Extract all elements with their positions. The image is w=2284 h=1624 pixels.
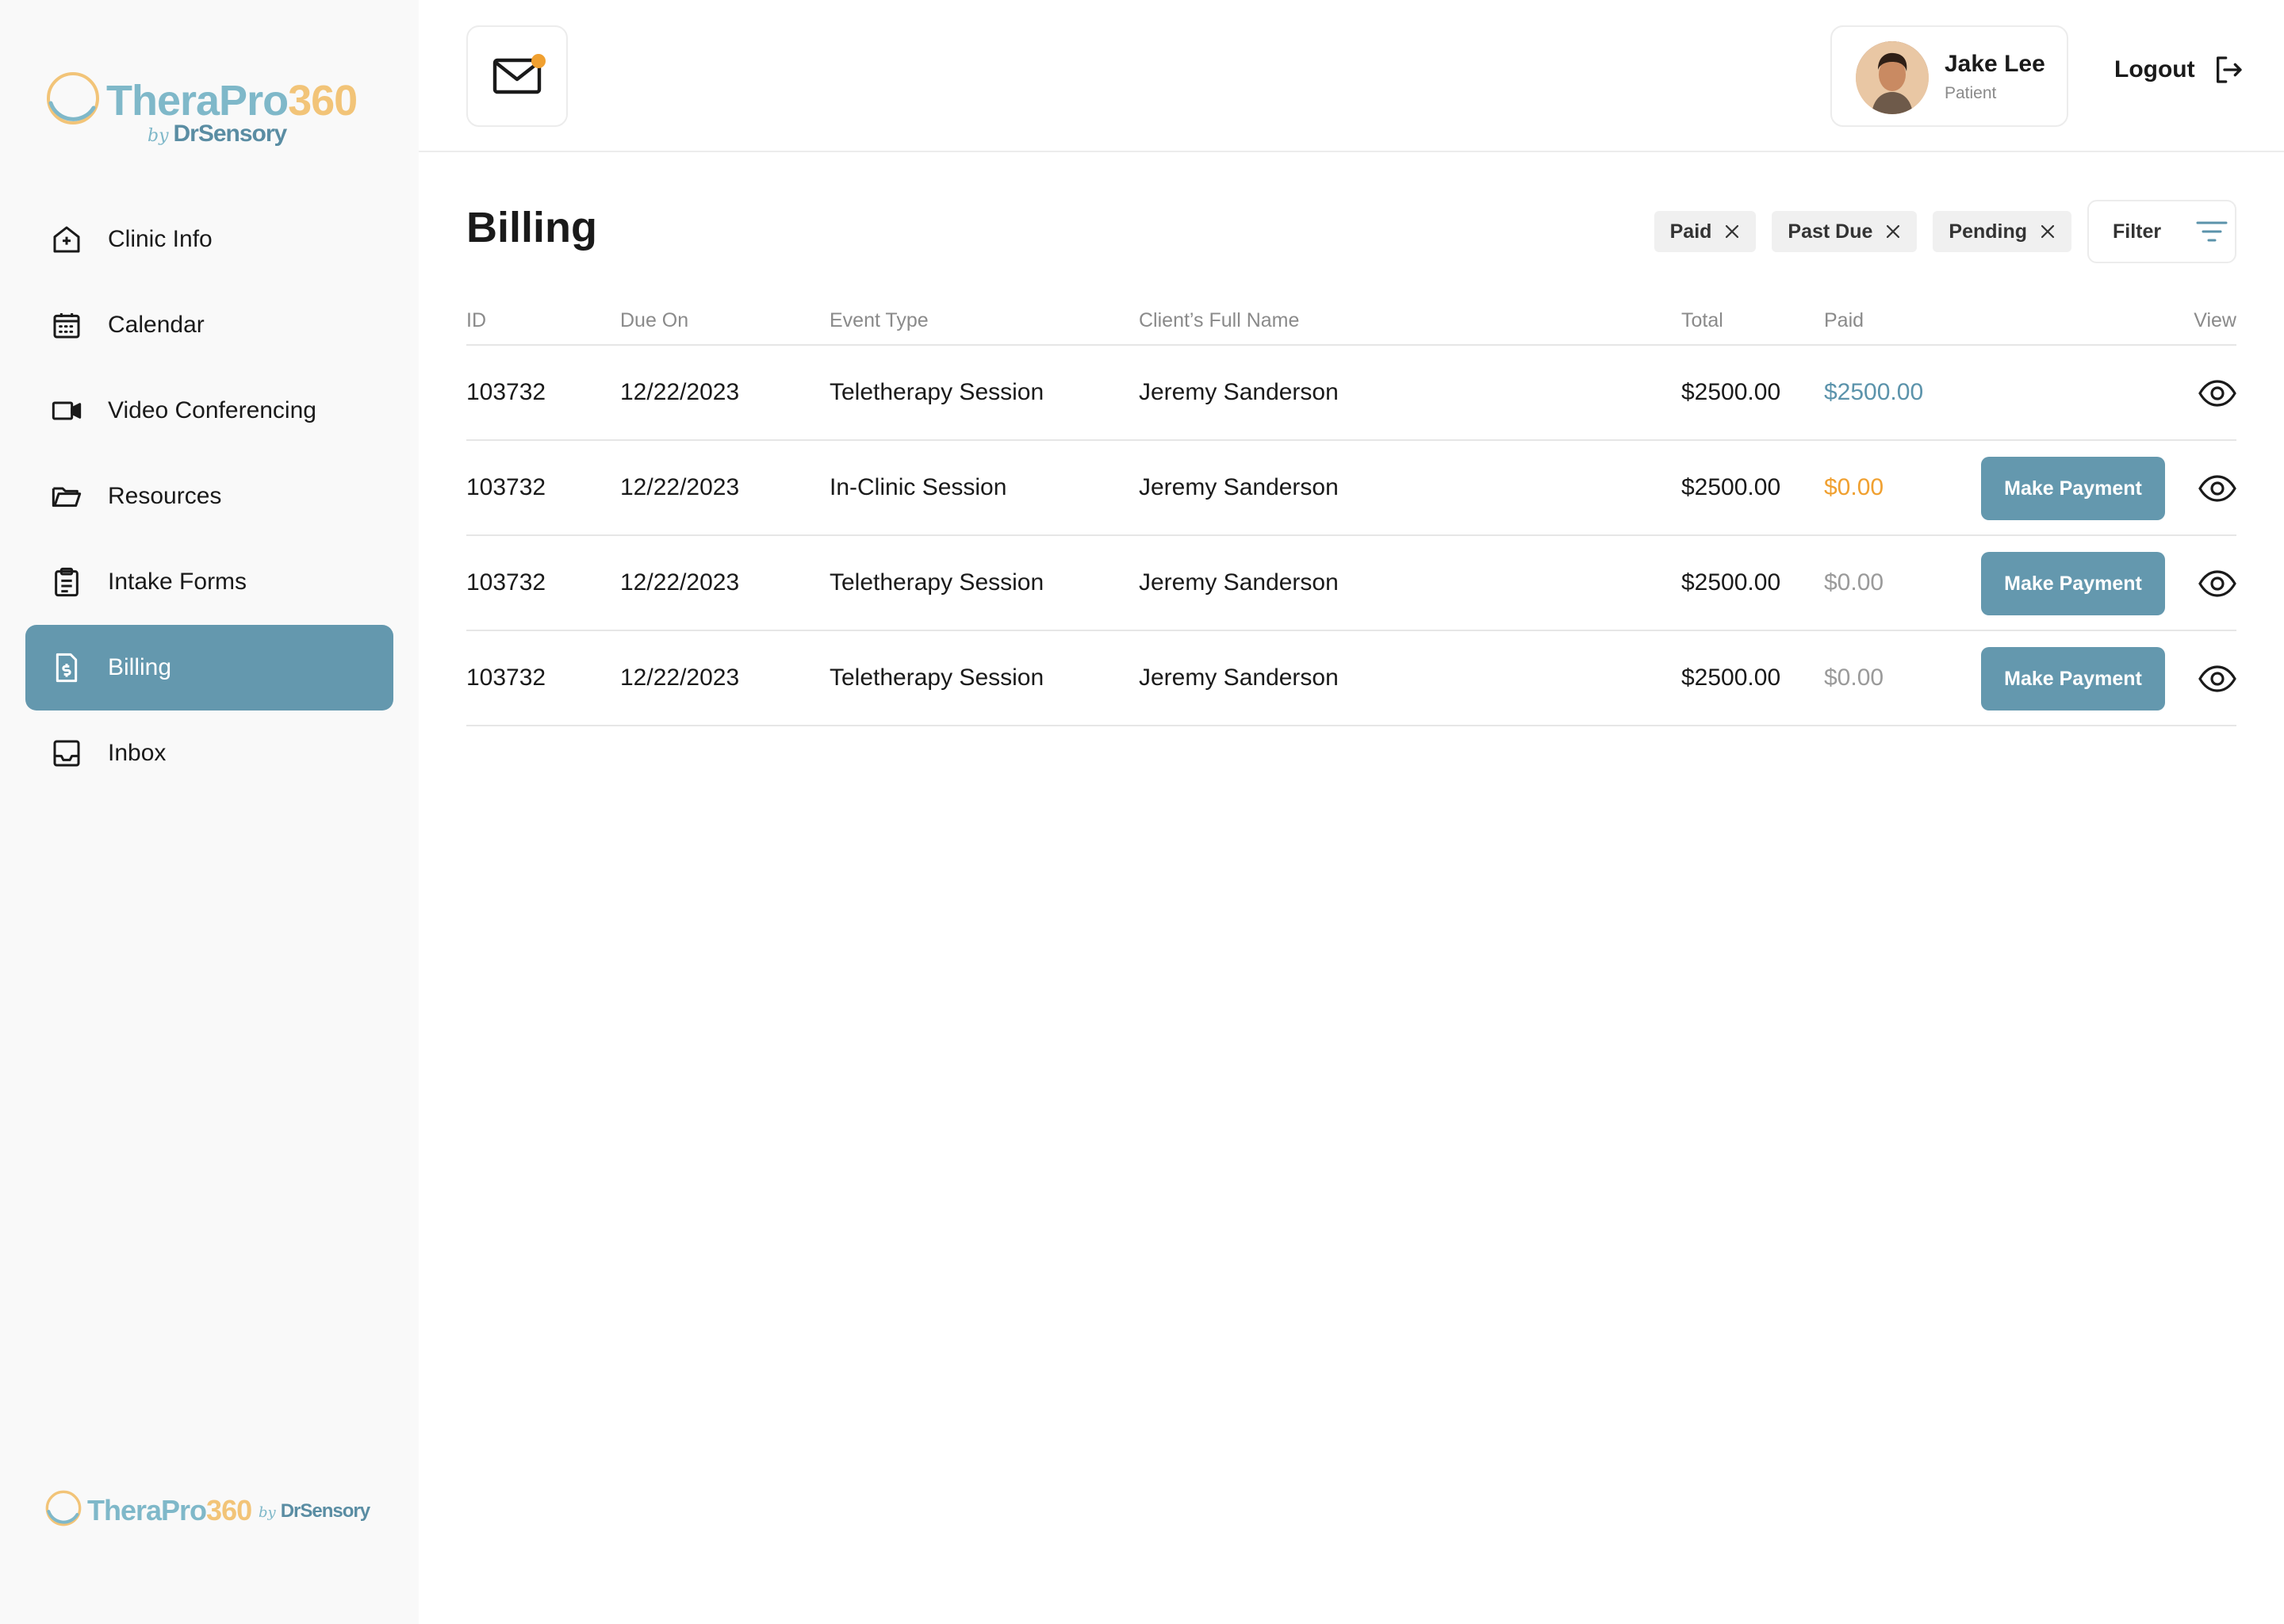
sidebar-item-video-conferencing[interactable]: Video Conferencing: [25, 368, 393, 454]
top-header: Jake Lee Patient Logout: [419, 0, 2284, 152]
sidebar-item-label: Clinic Info: [108, 226, 213, 252]
table-row: 103732 12/22/2023 Teletherapy Session Je…: [466, 536, 2236, 631]
active-filter-chips: Paid Past Due Pending: [1654, 211, 2071, 252]
logo-subtitle: by DrSensory: [148, 121, 287, 147]
clipboard-icon: [49, 565, 84, 599]
table-header: ID Due On Event Type Client’s Full Name …: [466, 301, 2236, 346]
filter-chip-pending[interactable]: Pending: [1933, 211, 2071, 252]
chip-label: Paid: [1669, 220, 1712, 243]
sidebar-item-label: Inbox: [108, 740, 167, 766]
cell-paid: $2500.00: [1824, 379, 1924, 405]
column-header-event-type[interactable]: Event Type: [830, 309, 929, 332]
cell-paid: $0.00: [1824, 569, 1884, 596]
cell-paid: $0.00: [1824, 474, 1884, 500]
sidebar-item-label: Intake Forms: [108, 569, 247, 595]
billing-table: ID Due On Event Type Client’s Full Name …: [466, 301, 2236, 726]
cell-id: 103732: [466, 569, 546, 596]
avatar: [1856, 41, 1929, 114]
folder-icon: [49, 479, 84, 514]
cell-total: $2500.00: [1681, 569, 1781, 596]
eye-icon[interactable]: [2195, 373, 2240, 414]
column-header-view: View: [2194, 309, 2236, 331]
cell-due-on: 12/22/2023: [620, 665, 740, 691]
eye-icon[interactable]: [2195, 468, 2240, 509]
mail-button[interactable]: [466, 25, 568, 127]
footer-logo-subtitle: by DrSensory: [259, 1500, 370, 1522]
cell-due-on: 12/22/2023: [620, 569, 740, 596]
eye-icon[interactable]: [2195, 563, 2240, 604]
cell-due-on: 12/22/2023: [620, 474, 740, 500]
sidebar-item-label: Video Conferencing: [108, 397, 316, 423]
filter-label: Filter: [2113, 220, 2162, 243]
sidebar-item-intake-forms[interactable]: Intake Forms: [25, 539, 393, 625]
user-role: Patient: [1945, 84, 1997, 102]
column-header-total[interactable]: Total: [1681, 309, 1723, 332]
inbox-icon: [49, 736, 84, 771]
column-header-due-on[interactable]: Due On: [620, 309, 688, 332]
page-title: Billing: [466, 204, 597, 251]
clinic-icon: [49, 222, 84, 257]
cell-id: 103732: [466, 665, 546, 691]
unread-badge: [531, 54, 546, 68]
sidebar-nav: Clinic Info Calendar Video Conferencing …: [25, 197, 393, 796]
cell-event-type: Teletherapy Session: [830, 569, 1044, 596]
cell-event-type: In-Clinic Session: [830, 474, 1007, 500]
column-header-client-name[interactable]: Client’s Full Name: [1139, 309, 1299, 332]
sidebar-item-label: Billing: [108, 654, 172, 680]
cell-event-type: Teletherapy Session: [830, 379, 1044, 405]
sidebar: TheraPro360 by DrSensory Clinic Info Cale…: [0, 0, 419, 1624]
table-row: 103732 12/22/2023 Teletherapy Session Je…: [466, 631, 2236, 726]
close-icon[interactable]: [1885, 224, 1901, 239]
make-payment-button[interactable]: Make Payment: [1981, 457, 2165, 520]
logo-wordmark: TheraPro360: [106, 77, 358, 124]
logo-ring-icon: [45, 1490, 82, 1526]
sidebar-item-billing[interactable]: Billing: [25, 625, 393, 710]
cell-client-name: Jeremy Sanderson: [1139, 569, 1339, 596]
cell-client-name: Jeremy Sanderson: [1139, 665, 1339, 691]
cell-id: 103732: [466, 474, 546, 500]
footer-logo-wordmark: TheraPro360: [87, 1494, 252, 1526]
sidebar-item-calendar[interactable]: Calendar: [25, 282, 393, 368]
eye-icon[interactable]: [2195, 658, 2240, 699]
filter-lines-icon: [2196, 221, 2228, 242]
cell-paid: $0.00: [1824, 665, 1884, 691]
cell-due-on: 12/22/2023: [620, 379, 740, 405]
user-profile-card[interactable]: Jake Lee Patient: [1830, 25, 2068, 127]
close-icon[interactable]: [1724, 224, 1740, 239]
cell-client-name: Jeremy Sanderson: [1139, 474, 1339, 500]
sidebar-item-label: Calendar: [108, 312, 205, 338]
chip-label: Pending: [1949, 220, 2027, 243]
cell-event-type: Teletherapy Session: [830, 665, 1044, 691]
user-name: Jake Lee: [1945, 51, 2045, 77]
footer-logo: TheraPro360 by DrSensory: [44, 1488, 377, 1535]
cell-client-name: Jeremy Sanderson: [1139, 379, 1339, 405]
column-header-id[interactable]: ID: [466, 309, 486, 332]
cell-total: $2500.00: [1681, 665, 1781, 691]
make-payment-button[interactable]: Make Payment: [1981, 647, 2165, 710]
logout-icon: [2216, 56, 2242, 83]
sidebar-item-label: Resources: [108, 483, 222, 509]
cell-id: 103732: [466, 379, 546, 405]
sidebar-item-inbox[interactable]: Inbox: [25, 710, 393, 796]
logout-label: Logout: [2114, 56, 2195, 82]
logo-ring-icon: [47, 72, 99, 124]
cell-total: $2500.00: [1681, 379, 1781, 405]
table-row: 103732 12/22/2023 In-Clinic Session Jere…: [466, 441, 2236, 536]
cell-total: $2500.00: [1681, 474, 1781, 500]
logout-button[interactable]: Logout: [2114, 54, 2244, 86]
column-header-paid[interactable]: Paid: [1824, 309, 1864, 332]
chip-label: Past Due: [1788, 220, 1873, 243]
filter-button[interactable]: Filter: [2087, 200, 2236, 263]
filter-chip-paid[interactable]: Paid: [1654, 211, 1757, 252]
video-icon: [49, 393, 84, 428]
sidebar-item-resources[interactable]: Resources: [25, 454, 393, 539]
make-payment-button[interactable]: Make Payment: [1981, 552, 2165, 615]
calendar-icon: [49, 308, 84, 343]
sidebar-item-clinic-info[interactable]: Clinic Info: [25, 197, 393, 282]
table-row: 103732 12/22/2023 Teletherapy Session Je…: [466, 346, 2236, 441]
brand-logo[interactable]: TheraPro360 by DrSensory: [44, 68, 362, 155]
filter-chip-past-due[interactable]: Past Due: [1772, 211, 1918, 252]
close-icon[interactable]: [2040, 224, 2056, 239]
invoice-icon: [49, 650, 84, 685]
